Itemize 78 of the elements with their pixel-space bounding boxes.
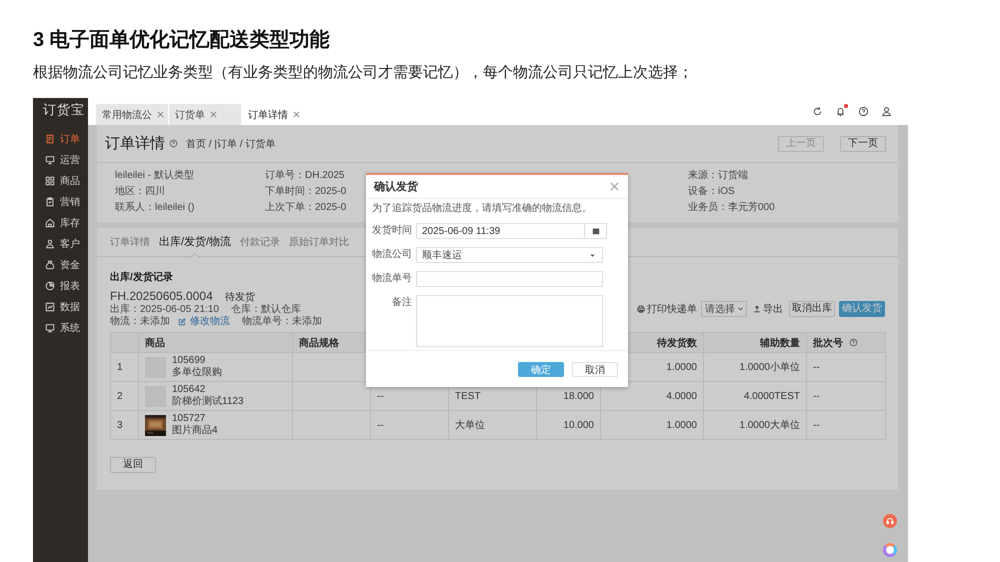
sidebar-item[interactable]: 系统 xyxy=(33,317,88,338)
column-header: 批次号 xyxy=(813,338,843,348)
sidebar-item[interactable]: 商品 xyxy=(33,170,88,191)
product-name: 阶梯价测试1123 xyxy=(172,396,244,408)
sidebar-item[interactable]: 订单 xyxy=(33,128,88,149)
table-cell: -- xyxy=(377,390,384,402)
info-text: 业务员：李元芳000 xyxy=(688,201,775,214)
slide-title: 3 电子面单优化记忆配送类型功能 xyxy=(32,28,331,53)
product-code: 105642 xyxy=(172,384,206,396)
edit-logistics-link[interactable]: 修改物流 xyxy=(190,316,230,328)
info-text: 地区：四川 xyxy=(115,185,165,198)
table-cell: -- xyxy=(813,420,820,430)
table-cell: 18.000 xyxy=(563,390,594,402)
back-button[interactable]: 返回 xyxy=(110,457,156,473)
table-cell: 1.0000大单位 xyxy=(739,420,800,431)
date-time-field[interactable]: 2025-06-09 11:39 xyxy=(416,223,607,239)
info-text: 上次下单：2025-0 xyxy=(265,201,346,214)
slide-subtitle: 根据物流公司记忆业务类型（有业务类型的物流公司才需要记忆），每个物流公司只记忆上次选择； xyxy=(32,63,694,83)
sidebar-item[interactable]: 报表 xyxy=(33,275,88,296)
meta-text: 物流单号：未添加 xyxy=(242,316,322,328)
export-link[interactable]: 导出 xyxy=(763,302,783,316)
status-text: 待发货 xyxy=(224,290,255,304)
page-title: 订单详情 xyxy=(105,134,165,153)
info-text: 订单号：DH.2025 xyxy=(265,169,344,182)
sidebar-item[interactable]: 数据 xyxy=(33,296,88,317)
next-page-button[interactable]: 下一页 xyxy=(840,136,886,152)
meta-text: 物流：未添加 xyxy=(110,316,170,328)
table-cell: 大单位 xyxy=(455,420,485,431)
table-cell: 1.0000小单位 xyxy=(739,362,800,373)
express-select[interactable]: 请选择 xyxy=(701,300,747,316)
sidebar-item[interactable]: 客户 xyxy=(33,233,88,254)
table-cell: -- xyxy=(813,362,820,372)
product-name: 图片商品4 xyxy=(172,425,218,437)
meta-text: 仓库：默认仓库 xyxy=(230,304,301,316)
column-header: 待发货数 xyxy=(657,338,697,348)
table-cell: 1.0000 xyxy=(666,362,697,372)
column-header: 商品规格 xyxy=(299,338,339,348)
table-cell: 2 xyxy=(117,390,123,402)
info-text: 设备：iOS xyxy=(688,185,735,198)
table-cell: TEST xyxy=(455,390,481,402)
product-name: 多单位限购 xyxy=(172,367,222,379)
sidebar-item[interactable]: 库存 xyxy=(33,212,88,233)
sidebar-item[interactable]: 资金 xyxy=(33,254,88,275)
info-text: 下单时间：2025-0 xyxy=(265,185,346,198)
table-cell: -- xyxy=(377,420,384,430)
sidebar-item[interactable]: 营销 xyxy=(33,191,88,212)
field-label: 物流单号 xyxy=(372,272,412,286)
print-label-link[interactable]: 打印快递单 xyxy=(647,302,697,316)
shipment-number: FH.20250605.0004 xyxy=(110,289,213,303)
dialog-description: 为了追踪货品物流进度，请填写准确的物流信息。 xyxy=(371,202,593,215)
info-text: leileilei - 默认类型 xyxy=(115,169,194,182)
field-label: 备注 xyxy=(391,296,412,310)
column-header: 辅助数量 xyxy=(760,338,800,348)
table-cell: 10.000 xyxy=(563,420,594,430)
page-tab[interactable]: 常用物流公 xyxy=(96,104,168,125)
dialog-title: 确认发货 xyxy=(374,180,418,194)
column-header: 商品 xyxy=(145,338,165,348)
breadcrumb[interactable]: 首页 / |订单 / 订货单 xyxy=(186,136,276,150)
table-cell: 1.0000 xyxy=(666,420,697,430)
page-tab[interactable]: 订货单 xyxy=(169,104,241,125)
section-title: 出库/发货记录 xyxy=(110,272,173,284)
meta-text: 出库：2025-06-05 21:10 xyxy=(110,304,219,316)
info-text: 来源：订货端 xyxy=(688,169,748,182)
field-label: 发货时间 xyxy=(372,224,412,238)
table-cell: 4.0000TEST xyxy=(744,390,800,402)
cancel-button[interactable]: 取消 xyxy=(572,362,618,376)
table-cell: 1 xyxy=(117,362,123,372)
table-cell: -- xyxy=(813,390,820,402)
field-label: 物流公司 xyxy=(372,248,412,262)
product-code: 105727 xyxy=(172,413,206,424)
product-code: 105699 xyxy=(172,355,206,366)
cancel-outbound-button[interactable]: 取消出库 xyxy=(789,300,835,316)
logistics-company-select[interactable]: 顺丰速运 xyxy=(416,247,603,263)
info-text: 联系人：leileilei () xyxy=(115,201,194,214)
table-cell: 4.0000 xyxy=(666,390,697,402)
table-cell: 3 xyxy=(117,420,123,430)
sidebar-item[interactable]: 运营 xyxy=(33,149,88,170)
app-logo: 订货宝 xyxy=(42,101,86,119)
